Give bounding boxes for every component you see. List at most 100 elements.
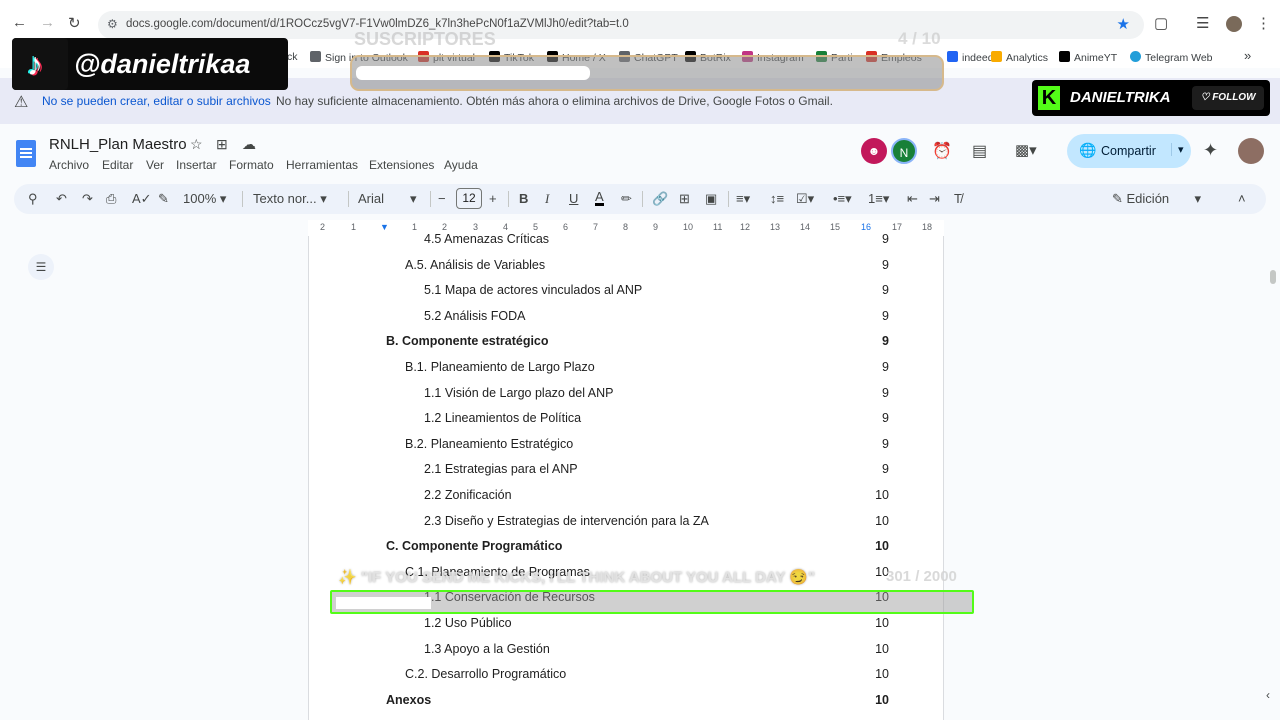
toc-entry[interactable]: C. Componente Programático 10 (386, 539, 889, 559)
toc-entry[interactable]: 2.3 Diseño y Estrategias de intervención… (424, 514, 889, 534)
toc-entry[interactable]: B.2. Planeamiento Estratégico 9 (405, 437, 889, 457)
bookmark-item[interactable]: AnimeYT (1059, 51, 1117, 64)
search-icon[interactable]: ⚲ (28, 191, 38, 207)
toc-entry[interactable]: B. Componente estratégico 9 (386, 334, 889, 354)
comments-icon[interactable]: ▤ (972, 141, 987, 161)
gemini-icon[interactable]: ✦ (1203, 140, 1218, 161)
follow-button[interactable]: ♡ FOLLOW (1192, 86, 1264, 110)
italic-icon[interactable]: I (545, 191, 549, 207)
toc-entry[interactable]: 1.2 Lineamientos de Política 9 (424, 411, 889, 431)
font-size-input[interactable]: 12 (456, 188, 482, 209)
forward-icon[interactable]: → (40, 14, 55, 31)
more-bookmarks-icon[interactable]: » (1244, 48, 1251, 63)
menu-formato[interactable]: Formato (229, 158, 274, 172)
style-select[interactable]: Texto nor... ▾ (253, 191, 327, 207)
chevron-down-icon[interactable]: ▾ (410, 191, 417, 207)
collapse-toolbar-icon[interactable]: ˄ (1238, 191, 1246, 206)
toc-entry[interactable]: 2.1 Estrategias para el ANP 9 (424, 462, 889, 482)
meet-icon[interactable]: ▩▾ (1015, 141, 1037, 159)
scroll-arrow-icon[interactable]: ‹ (1266, 688, 1270, 702)
toc-entry[interactable]: 1.3 Apoyo a la Gestión 10 (424, 642, 889, 662)
bullet-list-icon[interactable]: •≡▾ (833, 191, 852, 207)
subscribers-goal-overlay: SUSCRIPTORES 4 / 10 (350, 29, 944, 91)
highlight-icon[interactable]: ✏ (621, 191, 632, 207)
bookmark-item[interactable]: indeed (947, 51, 994, 64)
cloud-status-icon[interactable]: ☁ (242, 136, 256, 153)
image-icon[interactable]: ▣ (705, 191, 717, 207)
ruler-tick: 17 (892, 222, 903, 232)
menu-editar[interactable]: Editar (102, 158, 133, 172)
menu-archivo[interactable]: Archivo (49, 158, 89, 172)
account-avatar[interactable] (1238, 138, 1264, 164)
toc-entry[interactable]: 5.1 Mapa de actores vinculados al ANP 9 (424, 283, 889, 303)
toc-entry[interactable]: A.5. Análisis de Variables 9 (405, 258, 889, 278)
checklist-icon[interactable]: ☑▾ (796, 191, 814, 207)
toc-entry[interactable]: Anexos 10 (386, 693, 889, 713)
bookmark-item[interactable]: ck (287, 51, 298, 63)
menu-ayuda[interactable]: Ayuda (444, 158, 478, 172)
print-icon[interactable]: ⎙ (106, 191, 116, 207)
reload-icon[interactable]: ↻ (68, 14, 81, 32)
indent-marker-icon[interactable]: ▼ (380, 222, 389, 232)
bookmark-item[interactable]: Analytics (991, 51, 1048, 64)
menu-extensiones[interactable]: Extensiones (369, 158, 434, 172)
undo-icon[interactable]: ↶ (56, 191, 67, 207)
chevron-down-icon[interactable]: ▾ (1171, 143, 1184, 156)
editing-mode-select[interactable]: ✎ Edición ▾ (1112, 191, 1201, 207)
bookmark-star-icon[interactable]: ★ (1117, 15, 1130, 33)
text-color-icon[interactable]: A (595, 190, 604, 206)
link-icon[interactable]: 🔗 (652, 191, 668, 207)
line-spacing-icon[interactable]: ↕≡ (770, 191, 784, 206)
align-icon[interactable]: ≡▾ (736, 191, 750, 207)
star-icon[interactable]: ☆ (190, 136, 203, 153)
increase-font-icon[interactable]: + (489, 191, 497, 206)
toc-entry-text: 1.3 Apoyo a la Gestión (424, 641, 550, 656)
profile-avatar-icon[interactable] (1226, 16, 1242, 32)
menu-herramientas[interactable]: Herramientas (286, 158, 358, 172)
kicks-goal-overlay: ✨ "IF YOU SEND ME KICKS, I'LL THINK ABOU… (330, 565, 974, 615)
toc-entry[interactable]: 4.5 Amenazas Críticas 9 (424, 232, 889, 252)
increase-indent-icon[interactable]: ⇥ (929, 191, 940, 207)
zoom-select[interactable]: 100% ▾ (183, 191, 226, 207)
toc-entry[interactable]: C.2. Desarrollo Programático 10 (405, 667, 889, 687)
toc-entry[interactable]: B.1. Planeamiento de Largo Plazo 9 (405, 360, 889, 380)
spellcheck-icon[interactable]: A✓ (132, 191, 152, 207)
banner-warning-text[interactable]: No se pueden crear, editar o subir archi… (42, 94, 271, 108)
numbered-list-icon[interactable]: 1≡▾ (868, 191, 889, 207)
history-icon[interactable]: ⏰ (932, 141, 952, 161)
goal-text: ✨ "IF YOU SEND ME KICKS, I'LL THINK ABOU… (338, 569, 816, 586)
share-button[interactable]: 🌐 Compartir ▾ (1067, 134, 1191, 168)
clear-formatting-icon[interactable]: T̸ (954, 191, 962, 206)
font-select[interactable]: Arial (358, 191, 384, 206)
toc-entry[interactable]: 2.2 Zonificación 10 (424, 488, 889, 508)
document-outline-icon[interactable]: ☰ (28, 254, 54, 280)
menu-ver[interactable]: Ver (146, 158, 164, 172)
bold-icon[interactable]: B (519, 191, 528, 206)
address-bar[interactable]: ⚙ docs.google.com/document/d/1ROCcz5vgV7… (98, 11, 1144, 39)
docs-logo-icon[interactable] (16, 140, 36, 167)
toc-entry[interactable]: 1.1 Visión de Largo plazo del ANP 9 (424, 386, 889, 406)
move-icon[interactable]: ⊞ (216, 136, 228, 153)
toc-entry[interactable]: 1.2 Uso Público 10 (424, 616, 889, 636)
scrollbar-thumb[interactable] (1270, 270, 1276, 284)
underline-icon[interactable]: U (569, 191, 578, 206)
paint-format-icon[interactable]: ✎ (158, 191, 169, 207)
collaborator-avatar[interactable]: ☻ (861, 138, 887, 164)
decrease-indent-icon[interactable]: ⇤ (907, 191, 918, 207)
menu-dots-icon[interactable]: ⋮ (1256, 14, 1271, 32)
doc-title[interactable]: RNLH_Plan Maestro (49, 136, 187, 153)
back-icon[interactable]: ← (12, 14, 27, 31)
menu-insertar[interactable]: Insertar (176, 158, 217, 172)
redo-icon[interactable]: ↷ (82, 191, 93, 207)
subs-progress-bar (356, 66, 590, 80)
toc-entry[interactable]: 5.2 Análisis FODA 9 (424, 309, 889, 329)
decrease-font-icon[interactable]: − (438, 191, 446, 206)
kick-logo-icon: K (1038, 86, 1060, 110)
document-page[interactable]: 4.5 Amenazas Críticas 9 A.5. Análisis de V… (308, 232, 944, 720)
bookmark-item[interactable]: Telegram Web (1130, 51, 1213, 64)
extensions-icon[interactable]: ▢ (1154, 14, 1168, 32)
reading-list-icon[interactable]: ☰ (1196, 14, 1209, 32)
collaborator-avatar-n[interactable]: N (891, 138, 917, 164)
comment-add-icon[interactable]: ⊞ (679, 191, 690, 207)
site-settings-icon[interactable]: ⚙ (107, 17, 118, 31)
